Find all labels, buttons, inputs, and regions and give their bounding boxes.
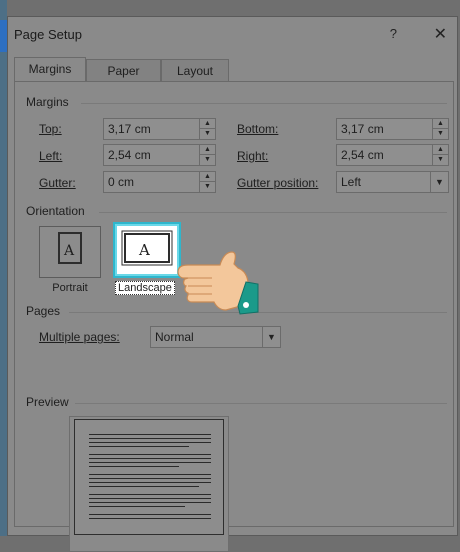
landscape-icon: A (121, 230, 173, 266)
preview-text-line (89, 462, 211, 463)
left-margin-value: 2,54 cm (108, 148, 151, 162)
top-label: Top: (39, 122, 62, 136)
preview-text-line (89, 502, 211, 503)
preview-text-line (89, 514, 211, 515)
spin-up-icon[interactable]: ▲ (433, 119, 448, 129)
preview-text-line (89, 494, 211, 495)
margins-divider (81, 103, 447, 104)
title-bar: Page Setup ? ✕ (8, 17, 457, 51)
right-label: Right: (237, 149, 269, 163)
right-margin-value: 2,54 cm (341, 148, 384, 162)
spin-down-icon[interactable]: ▼ (433, 155, 448, 165)
preview-text-line (89, 458, 211, 459)
gutter-input[interactable]: 0 cm ▲ ▼ (103, 171, 216, 193)
preview-text-line (89, 506, 185, 507)
preview-text-line (89, 518, 211, 519)
spin-down-icon[interactable]: ▼ (200, 155, 215, 165)
gutter-label: Gutter: (39, 176, 76, 190)
margins-section-label: Margins (26, 95, 69, 109)
close-icon[interactable]: ✕ (434, 24, 447, 44)
preview-text-line (89, 478, 211, 479)
orientation-section-label: Orientation (26, 204, 85, 218)
gutter-spinner[interactable]: ▲ ▼ (199, 172, 215, 192)
tab-layout[interactable]: Layout (161, 59, 229, 81)
tab-margins[interactable]: Margins (14, 57, 86, 82)
preview-divider (75, 403, 447, 404)
preview-text-line (89, 466, 179, 467)
top-margin-value: 3,17 cm (108, 122, 151, 136)
help-button[interactable]: ? (390, 26, 397, 41)
spin-down-icon[interactable]: ▼ (433, 129, 448, 139)
spin-up-icon[interactable]: ▲ (200, 172, 215, 182)
left-margin-input[interactable]: 2,54 cm ▲ ▼ (103, 144, 216, 166)
portrait-icon: A (58, 232, 82, 264)
pages-section-label: Pages (26, 304, 61, 318)
landscape-label: Landscape (115, 281, 175, 295)
preview-section-label: Preview (26, 395, 69, 409)
gutter-position-value: Left (341, 175, 362, 189)
multiple-pages-label: Multiple pages: (39, 330, 120, 344)
preview-page-thumbnail (74, 419, 224, 535)
bottom-margin-spinner[interactable]: ▲ ▼ (432, 119, 448, 139)
preview-area (69, 416, 229, 552)
orientation-divider (99, 212, 447, 213)
pointing-hand-icon (177, 251, 259, 315)
preview-text-line (89, 446, 189, 447)
top-margin-spinner[interactable]: ▲ ▼ (199, 119, 215, 139)
svg-text:A: A (138, 241, 150, 259)
background-app-strip (0, 0, 7, 536)
multiple-pages-value: Normal (155, 330, 194, 344)
gutter-value: 0 cm (108, 175, 135, 189)
chevron-down-icon[interactable]: ▼ (430, 172, 448, 192)
preview-text-line (89, 438, 211, 439)
preview-text-line (89, 498, 211, 499)
left-margin-spinner[interactable]: ▲ ▼ (199, 145, 215, 165)
background-app-highlight (0, 20, 7, 52)
dialog-title: Page Setup (14, 27, 82, 42)
preview-text-line (89, 486, 199, 487)
spin-down-icon[interactable]: ▼ (200, 129, 215, 139)
preview-text-line (89, 434, 211, 435)
preview-text-line (89, 442, 211, 443)
svg-text:A: A (63, 243, 75, 259)
portrait-button[interactable]: A (39, 226, 101, 278)
gutter-position-select[interactable]: Left ▼ (336, 171, 449, 193)
portrait-label: Portrait (52, 282, 88, 294)
left-label: Left: (39, 149, 63, 163)
right-margin-spinner[interactable]: ▲ ▼ (432, 145, 448, 165)
spin-up-icon[interactable]: ▲ (200, 119, 215, 129)
multiple-pages-select[interactable]: Normal ▼ (150, 326, 281, 348)
bottom-margin-input[interactable]: 3,17 cm ▲ ▼ (336, 118, 449, 140)
gutter-position-label: Gutter position: (237, 176, 319, 190)
preview-text-line (89, 474, 211, 475)
right-margin-input[interactable]: 2,54 cm ▲ ▼ (336, 144, 449, 166)
top-margin-input[interactable]: 3,17 cm ▲ ▼ (103, 118, 216, 140)
preview-text-line (89, 454, 211, 455)
bottom-margin-value: 3,17 cm (341, 122, 384, 136)
spin-up-icon[interactable]: ▲ (433, 145, 448, 155)
chevron-down-icon[interactable]: ▼ (262, 327, 280, 347)
landscape-button[interactable]: A (115, 224, 179, 276)
tab-paper[interactable]: Paper (86, 59, 161, 81)
bottom-label: Bottom: (237, 122, 279, 136)
preview-text-line (89, 482, 211, 483)
spin-up-icon[interactable]: ▲ (200, 145, 215, 155)
spin-down-icon[interactable]: ▼ (200, 182, 215, 192)
